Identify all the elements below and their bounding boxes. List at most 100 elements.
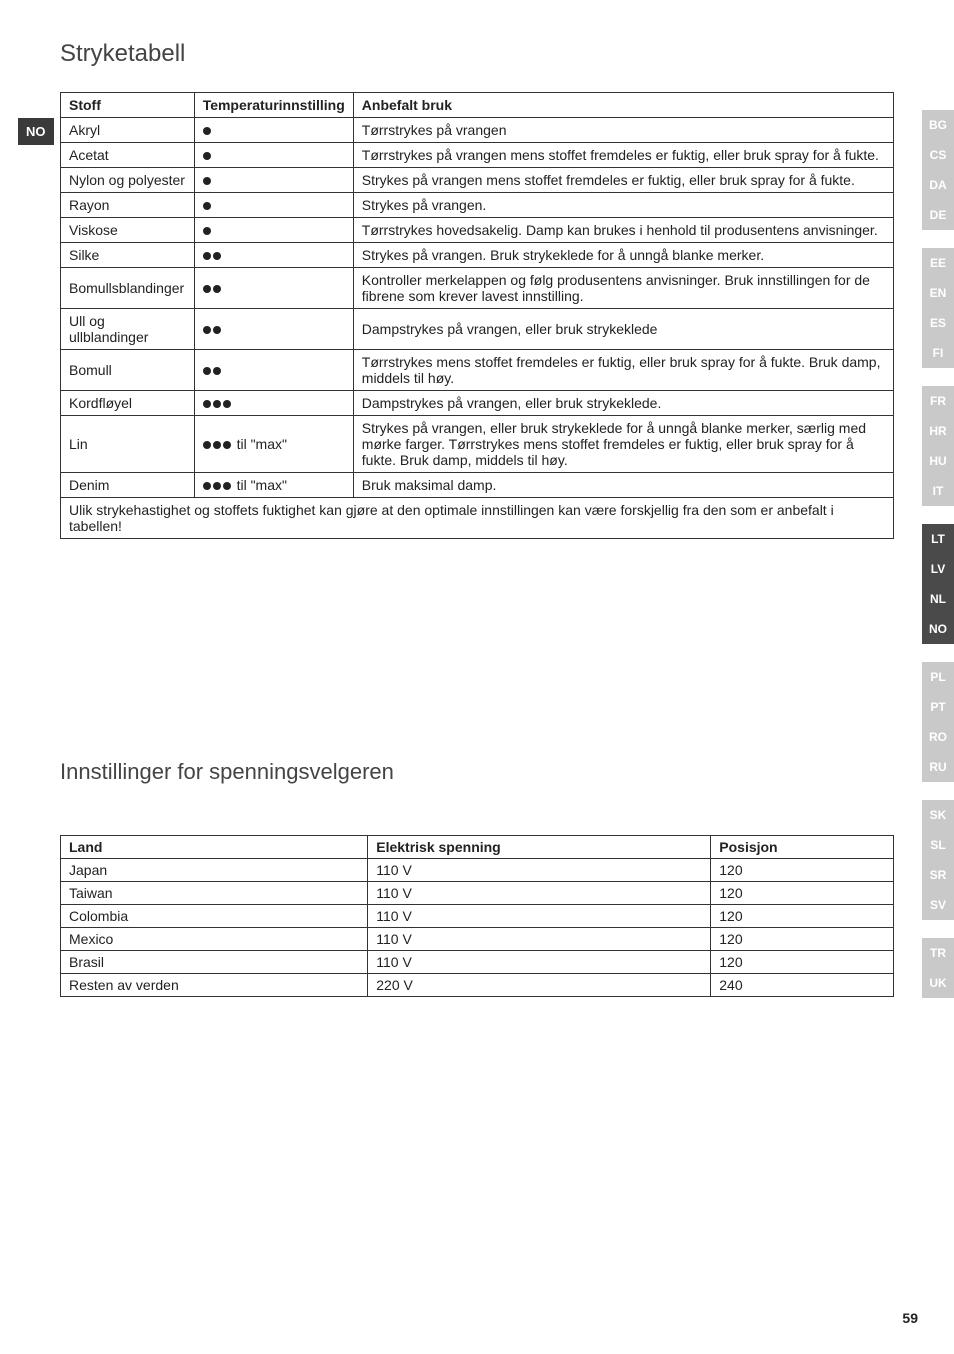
temperature-cell: [194, 350, 353, 391]
language-tab-nl[interactable]: NL: [922, 584, 954, 614]
use-cell: Dampstrykes på vrangen, eller bruk stryk…: [353, 309, 893, 350]
temperature-dot-icon: [203, 285, 211, 293]
temperature-cell: [194, 243, 353, 268]
temperature-dot-icon: [223, 400, 231, 408]
fabric-cell: Silke: [61, 243, 195, 268]
voltage-cell: 110 V: [368, 882, 711, 905]
temperature-cell: [194, 118, 353, 143]
temperature-cell: [194, 309, 353, 350]
language-tab-en[interactable]: EN: [922, 278, 954, 308]
country-cell: Taiwan: [61, 882, 368, 905]
language-tab-tr[interactable]: TR: [922, 938, 954, 968]
language-tab-pt[interactable]: PT: [922, 692, 954, 722]
temperature-dot-icon: [203, 367, 211, 375]
language-tab-group: BGCSDADE: [922, 110, 954, 230]
use-cell: Bruk maksimal damp.: [353, 473, 893, 498]
voltage-cell: 110 V: [368, 928, 711, 951]
language-tab-es[interactable]: ES: [922, 308, 954, 338]
heading-ironing-table: Stryketabell: [60, 40, 884, 68]
fabric-cell: Ull og ullblandinger: [61, 309, 195, 350]
temperature-cell: til "max": [194, 416, 353, 473]
temperature-dot-icon: [213, 252, 221, 260]
language-tab-da[interactable]: DA: [922, 170, 954, 200]
temperature-dot-icon: [223, 441, 231, 449]
ironing-footnote: Ulik strykehastighet og stoffets fuktigh…: [61, 498, 894, 539]
col-voltage: Elektrisk spenning: [368, 836, 711, 859]
table-row: Denim til "max" Bruk maksimal damp.: [61, 473, 894, 498]
language-tab-ro[interactable]: RO: [922, 722, 954, 752]
use-cell: Tørrstrykes på vrangen: [353, 118, 893, 143]
fabric-cell: Nylon og polyester: [61, 168, 195, 193]
table-row: ViskoseTørrstrykes hovedsakelig. Damp ka…: [61, 218, 894, 243]
position-cell: 240: [711, 974, 894, 997]
temperature-dot-icon: [213, 367, 221, 375]
fabric-cell: Viskose: [61, 218, 195, 243]
voltage-cell: 110 V: [368, 905, 711, 928]
temperature-suffix: til "max": [233, 436, 287, 452]
language-tab-group: EEENESFI: [922, 248, 954, 368]
voltage-cell: 110 V: [368, 859, 711, 882]
language-tab-cs[interactable]: CS: [922, 140, 954, 170]
language-tab-sv[interactable]: SV: [922, 890, 954, 920]
fabric-cell: Denim: [61, 473, 195, 498]
temperature-dot-icon: [203, 127, 211, 135]
country-cell: Resten av verden: [61, 974, 368, 997]
use-cell: Strykes på vrangen mens stoffet fremdele…: [353, 168, 893, 193]
language-tab-lt[interactable]: LT: [922, 524, 954, 554]
language-tab-pl[interactable]: PL: [922, 662, 954, 692]
temperature-dot-icon: [213, 285, 221, 293]
fabric-cell: Lin: [61, 416, 195, 473]
language-tab-hr[interactable]: HR: [922, 416, 954, 446]
use-cell: Dampstrykes på vrangen, eller bruk stryk…: [353, 391, 893, 416]
voltage-table: Land Elektrisk spenning Posisjon Japan11…: [60, 835, 894, 997]
fabric-cell: Bomullsblandinger: [61, 268, 195, 309]
language-tab-group: FRHRHUIT: [922, 386, 954, 506]
country-cell: Mexico: [61, 928, 368, 951]
table-row: RayonStrykes på vrangen.: [61, 193, 894, 218]
temperature-dot-icon: [203, 400, 211, 408]
col-temp: Temperaturinnstilling: [194, 93, 353, 118]
language-tab-sl[interactable]: SL: [922, 830, 954, 860]
table-row: Taiwan110 V120: [61, 882, 894, 905]
language-tab-fi[interactable]: FI: [922, 338, 954, 368]
language-tab-bg[interactable]: BG: [922, 110, 954, 140]
temperature-suffix: til "max": [233, 477, 287, 493]
use-cell: Kontroller merkelappen og følg produsent…: [353, 268, 893, 309]
language-tab-uk[interactable]: UK: [922, 968, 954, 998]
language-tab-hu[interactable]: HU: [922, 446, 954, 476]
country-cell: Colombia: [61, 905, 368, 928]
voltage-cell: 110 V: [368, 951, 711, 974]
language-tab-sk[interactable]: SK: [922, 800, 954, 830]
country-cell: Brasil: [61, 951, 368, 974]
table-row: AcetatTørrstrykes på vrangen mens stoffe…: [61, 143, 894, 168]
language-tab-ru[interactable]: RU: [922, 752, 954, 782]
table-row: Ull og ullblandinger Dampstrykes på vrang…: [61, 309, 894, 350]
temperature-dot-icon: [213, 326, 221, 334]
position-cell: 120: [711, 928, 894, 951]
language-tab-fr[interactable]: FR: [922, 386, 954, 416]
table-header-row: Stoff Temperaturinnstilling Anbefalt bru…: [61, 93, 894, 118]
col-position: Posisjon: [711, 836, 894, 859]
temperature-cell: [194, 168, 353, 193]
use-cell: Strykes på vrangen, eller bruk strykekle…: [353, 416, 893, 473]
position-cell: 120: [711, 859, 894, 882]
fabric-cell: Bomull: [61, 350, 195, 391]
page-content: Stryketabell Stoff Temperaturinnstilling…: [0, 0, 954, 1017]
table-row: Mexico110 V120: [61, 928, 894, 951]
language-tab-sr[interactable]: SR: [922, 860, 954, 890]
language-tab-no[interactable]: NO: [922, 614, 954, 644]
temperature-cell: til "max": [194, 473, 353, 498]
language-tab-de[interactable]: DE: [922, 200, 954, 230]
col-fabric: Stoff: [61, 93, 195, 118]
language-tab-lv[interactable]: LV: [922, 554, 954, 584]
col-use: Anbefalt bruk: [353, 93, 893, 118]
use-cell: Strykes på vrangen.: [353, 193, 893, 218]
language-tab-ee[interactable]: EE: [922, 248, 954, 278]
page-number: 59: [902, 1310, 918, 1326]
temperature-cell: [194, 391, 353, 416]
use-cell: Strykes på vrangen. Bruk strykeklede for…: [353, 243, 893, 268]
table-row: Colombia110 V120: [61, 905, 894, 928]
temperature-dot-icon: [203, 177, 211, 185]
fabric-cell: Kordfløyel: [61, 391, 195, 416]
language-tab-it[interactable]: IT: [922, 476, 954, 506]
